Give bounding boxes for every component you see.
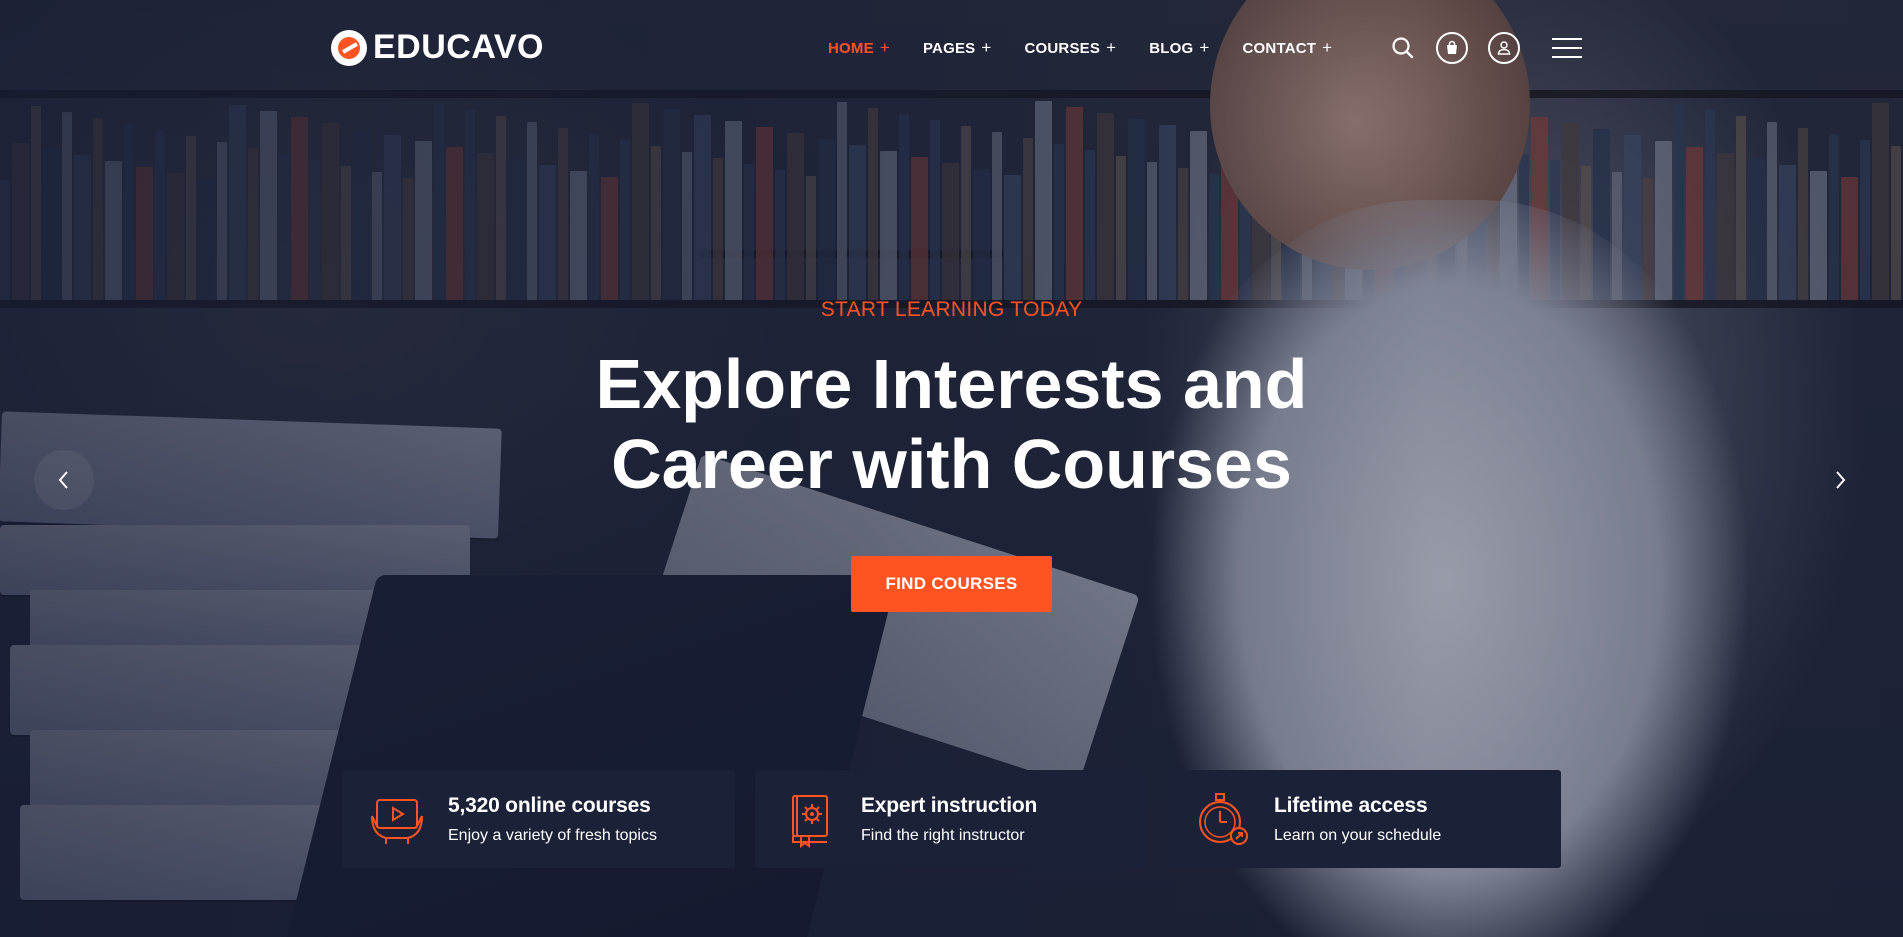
hero-eyebrow: START LEARNING TODAY xyxy=(820,298,1083,321)
plus-icon: + xyxy=(981,38,992,57)
search-icon[interactable] xyxy=(1390,35,1416,61)
feature-card: Expert instruction Find the right instru… xyxy=(755,770,1148,868)
hero-headline-line2: Career with Courses xyxy=(611,425,1292,503)
plus-icon: + xyxy=(1322,38,1333,57)
plus-icon: + xyxy=(1199,38,1210,57)
site-logo[interactable]: EDUCAVO xyxy=(331,28,544,67)
nav-item-pages[interactable]: PAGES + xyxy=(923,38,992,58)
feature-subtitle: Learn on your schedule xyxy=(1274,826,1442,844)
user-icon[interactable] xyxy=(1488,32,1520,64)
logo-text: EDUCAVO xyxy=(373,28,544,66)
main-nav: HOME + PAGES + COURSES + BLOG + CONTACT … xyxy=(828,38,1332,58)
plus-icon: + xyxy=(879,38,890,57)
nav-item-label: COURSES xyxy=(1024,39,1101,57)
feature-card: Lifetime access Learn on your schedule xyxy=(1168,770,1561,868)
stopwatch-icon xyxy=(1199,793,1248,845)
nav-item-courses[interactable]: COURSES + xyxy=(1025,38,1117,58)
feature-subtitle: Enjoy a variety of fresh topics xyxy=(448,826,657,844)
nav-item-label: BLOG xyxy=(1149,39,1194,57)
plus-icon: + xyxy=(1106,38,1117,57)
header-actions xyxy=(1390,32,1582,64)
menu-icon[interactable] xyxy=(1552,38,1582,58)
nav-item-label: CONTACT xyxy=(1242,39,1317,57)
feature-title: Expert instruction xyxy=(861,793,1038,817)
cart-icon[interactable] xyxy=(1436,32,1468,64)
find-courses-button[interactable]: FIND COURSES xyxy=(851,556,1052,612)
slider-next-button[interactable] xyxy=(1810,450,1870,510)
slider-prev-button[interactable] xyxy=(34,450,94,510)
nav-item-home[interactable]: HOME + xyxy=(828,38,890,58)
nav-item-blog[interactable]: BLOG + xyxy=(1149,38,1209,58)
nav-item-label: HOME xyxy=(828,39,874,57)
hero-headline-line1: Explore Interests and xyxy=(595,345,1308,423)
nav-item-contact[interactable]: CONTACT + xyxy=(1243,38,1333,58)
feature-title: 5,320 online courses xyxy=(448,793,651,817)
chevron-left-icon xyxy=(58,471,68,489)
chevron-right-icon xyxy=(1836,471,1846,489)
site-header: EDUCAVO HOME + PAGES + COURSES + BLOG + … xyxy=(0,0,1903,98)
hero-section: START LEARNING TODAY Explore Interests a… xyxy=(0,298,1903,612)
nav-item-label: PAGES xyxy=(922,39,976,57)
feature-cards: 5,320 online courses Enjoy a variety of … xyxy=(342,770,1561,868)
book-gear-icon xyxy=(792,795,828,848)
hero-headline: Explore Interests and Career with Course… xyxy=(0,344,1903,504)
feature-card: 5,320 online courses Enjoy a variety of … xyxy=(342,770,735,868)
feature-title: Lifetime access xyxy=(1274,793,1428,817)
video-lesson-icon xyxy=(371,799,423,844)
logo-mark-icon xyxy=(331,29,367,66)
feature-subtitle: Find the right instructor xyxy=(861,826,1025,844)
